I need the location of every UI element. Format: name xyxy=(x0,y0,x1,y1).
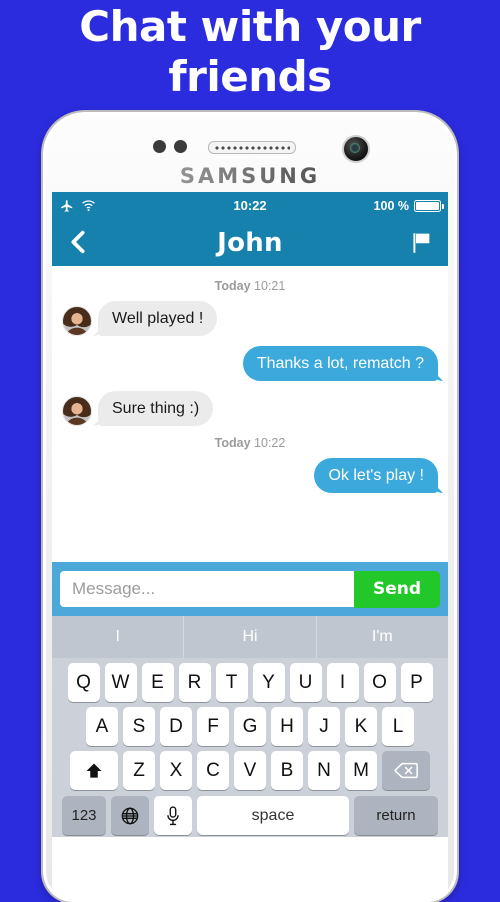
day-stamp-time: 10:21 xyxy=(254,279,286,293)
keyboard-row-4: 123 space return xyxy=(52,790,448,835)
message-bubble-received[interactable]: Well played ! xyxy=(98,301,218,336)
key-y[interactable]: Y xyxy=(252,663,285,702)
volume-down-button[interactable] xyxy=(43,300,44,338)
message-row-sent: Thanks a lot, rematch ? xyxy=(52,346,448,381)
key-z[interactable]: Z xyxy=(123,751,155,790)
key-k[interactable]: K xyxy=(345,707,377,746)
device-brand-label: SAMSUNG xyxy=(43,164,457,188)
battery-icon xyxy=(414,199,444,212)
key-x[interactable]: X xyxy=(160,751,192,790)
phone-mockup: SAMSUNG 10:22 100 % John Today 10:21 Wel… xyxy=(43,112,457,902)
light-sensor-icon xyxy=(174,140,187,153)
key-r[interactable]: R xyxy=(178,663,211,702)
key-l[interactable]: L xyxy=(382,707,414,746)
message-thread: Today 10:21 Well played ! Thanks a lot, … xyxy=(52,266,448,562)
key-v[interactable]: V xyxy=(234,751,266,790)
space-key[interactable]: space xyxy=(197,796,349,835)
keyboard-row-1: Q W E R T Y U I O P xyxy=(52,658,448,702)
on-screen-keyboard: I Hi I'm Q W E R T Y U I O P A S D F G H… xyxy=(52,616,448,837)
key-h[interactable]: H xyxy=(271,707,303,746)
key-m[interactable]: M xyxy=(345,751,377,790)
suggestion-item[interactable]: I'm xyxy=(315,616,448,658)
power-button[interactable] xyxy=(456,390,457,452)
back-chevron-icon[interactable] xyxy=(64,227,92,257)
key-s[interactable]: S xyxy=(123,707,155,746)
earpiece-speaker-icon xyxy=(208,141,296,154)
shift-key[interactable] xyxy=(70,751,118,790)
keyboard-row-3: Z X C V B N M xyxy=(52,746,448,790)
send-button[interactable]: Send xyxy=(354,570,440,608)
front-camera-icon xyxy=(342,135,370,163)
conversation-title: John xyxy=(217,227,283,258)
message-input[interactable] xyxy=(60,571,354,607)
suggestion-item[interactable]: I xyxy=(52,616,183,658)
message-bubble-sent[interactable]: Thanks a lot, rematch ? xyxy=(242,346,438,381)
suggestion-bar: I Hi I'm xyxy=(52,616,448,658)
key-w[interactable]: W xyxy=(104,663,137,702)
promo-headline: Chat with your friends xyxy=(0,2,500,102)
day-stamp-day: Today xyxy=(214,436,251,450)
key-j[interactable]: J xyxy=(308,707,340,746)
avatar xyxy=(62,396,92,426)
microphone-icon xyxy=(167,805,179,825)
chat-nav-bar: John xyxy=(52,219,448,266)
headline-line-1: Chat with your xyxy=(79,2,421,51)
phone-screen: 10:22 100 % John Today 10:21 Well played… xyxy=(52,192,448,902)
key-p[interactable]: P xyxy=(400,663,433,702)
key-u[interactable]: U xyxy=(289,663,322,702)
backspace-delete-icon xyxy=(394,762,418,779)
volume-up-button[interactable] xyxy=(43,244,44,278)
key-a[interactable]: A xyxy=(86,707,118,746)
keyboard-row-2: A S D F G H J K L xyxy=(52,702,448,746)
avatar xyxy=(62,306,92,336)
message-row-sent: Ok let's play ! xyxy=(52,458,448,493)
day-stamp-day: Today xyxy=(214,279,251,293)
day-stamp: Today 10:22 xyxy=(52,436,448,450)
message-row-received: Well played ! xyxy=(52,301,448,336)
numeric-key[interactable]: 123 xyxy=(62,796,106,835)
proximity-sensor-icon xyxy=(153,140,166,153)
key-q[interactable]: Q xyxy=(67,663,100,702)
key-f[interactable]: F xyxy=(197,707,229,746)
key-i[interactable]: I xyxy=(326,663,359,702)
dictation-key[interactable] xyxy=(154,796,192,835)
key-g[interactable]: G xyxy=(234,707,266,746)
message-bubble-sent[interactable]: Ok let's play ! xyxy=(314,458,438,493)
wifi-icon xyxy=(82,200,95,211)
headline-line-2: friends xyxy=(168,52,332,101)
key-b[interactable]: B xyxy=(271,751,303,790)
airplane-icon xyxy=(61,199,73,212)
key-c[interactable]: C xyxy=(197,751,229,790)
key-d[interactable]: D xyxy=(160,707,192,746)
backspace-key[interactable] xyxy=(382,751,430,790)
status-bar: 10:22 100 % xyxy=(52,192,448,219)
message-composer: Send xyxy=(52,562,448,616)
day-stamp-time: 10:22 xyxy=(254,436,286,450)
key-o[interactable]: O xyxy=(363,663,396,702)
return-key[interactable]: return xyxy=(354,796,438,835)
key-t[interactable]: T xyxy=(215,663,248,702)
flag-icon[interactable] xyxy=(408,230,434,256)
message-bubble-received[interactable]: Sure thing :) xyxy=(98,391,214,426)
day-stamp: Today 10:21 xyxy=(52,279,448,293)
message-row-received: Sure thing :) xyxy=(52,391,448,426)
language-key[interactable] xyxy=(111,796,149,835)
shift-up-arrow-icon xyxy=(86,763,102,778)
globe-language-icon xyxy=(121,807,139,824)
key-e[interactable]: E xyxy=(141,663,174,702)
suggestion-item[interactable]: Hi xyxy=(183,616,315,658)
battery-percent-label: 100 % xyxy=(373,198,409,213)
key-n[interactable]: N xyxy=(308,751,340,790)
